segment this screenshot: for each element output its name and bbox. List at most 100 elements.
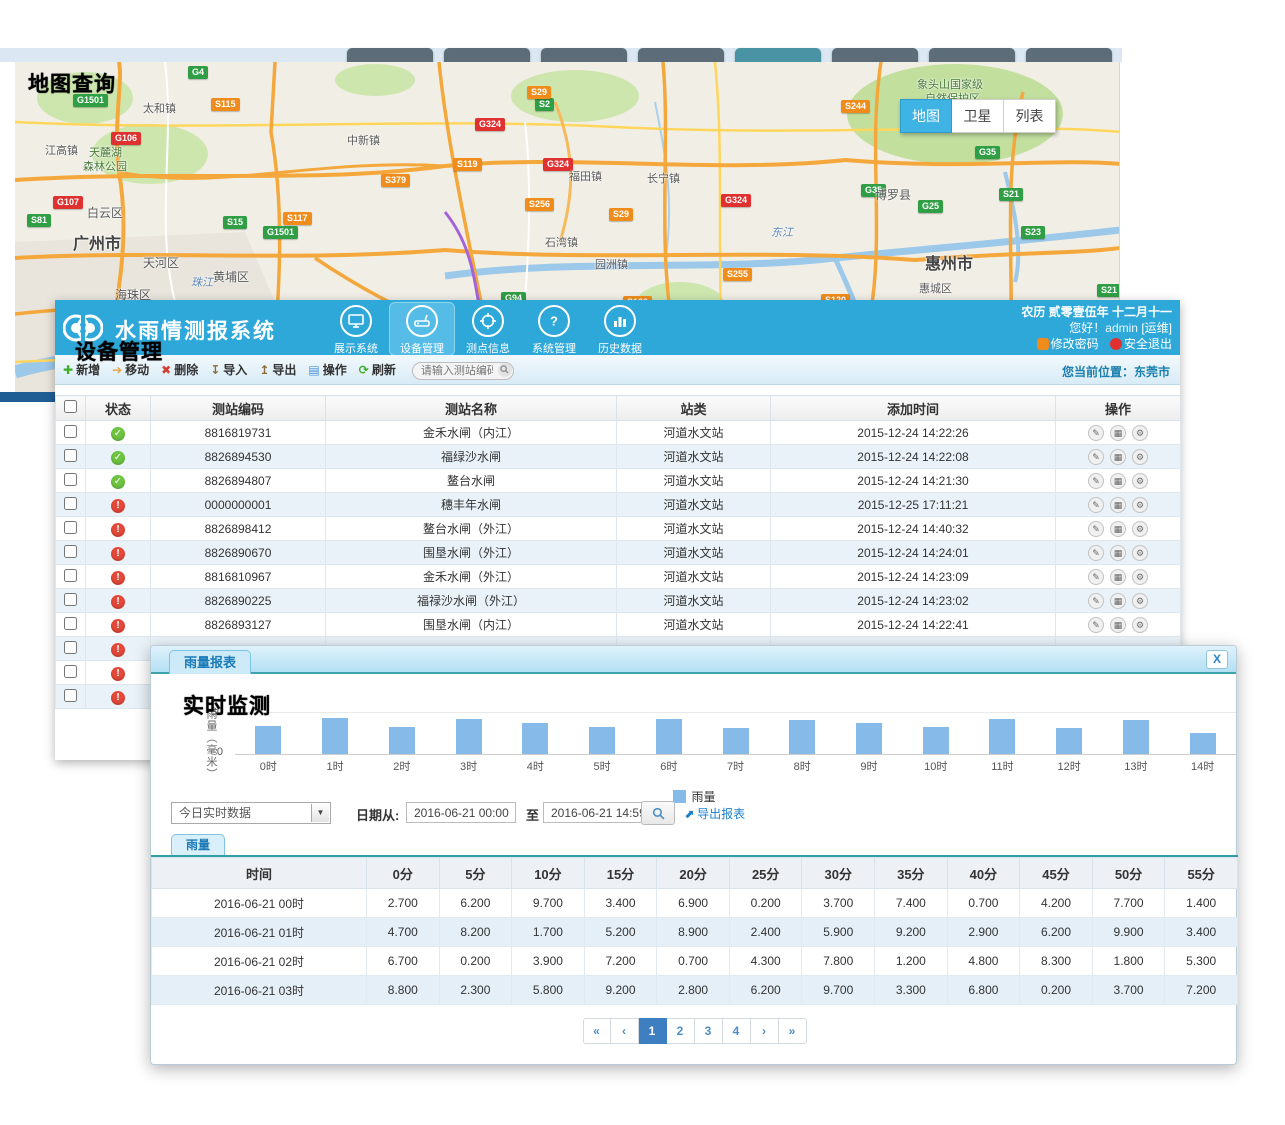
map-layer-button-列表[interactable]: 列表 [1004, 99, 1056, 133]
edit-icon[interactable]: ✎ [1088, 425, 1104, 441]
gear-icon[interactable]: ⚙ [1132, 473, 1148, 489]
gear-icon[interactable]: ⚙ [1132, 593, 1148, 609]
gear-icon[interactable]: ⚙ [1132, 545, 1148, 561]
page-button-»[interactable]: » [779, 1018, 807, 1044]
logout-link[interactable]: 安全退出 [1124, 337, 1172, 351]
gear-icon[interactable]: ⚙ [1132, 569, 1148, 585]
change-password-link[interactable]: 修改密码 [1051, 337, 1099, 351]
edit-icon[interactable]: ✎ [1088, 497, 1104, 513]
row-checkbox[interactable] [64, 665, 77, 678]
bar-0时[interactable] [255, 726, 281, 754]
gear-icon[interactable]: ⚙ [1132, 449, 1148, 465]
toolbar-button-导入[interactable]: ↧导入 [210, 361, 247, 378]
page-button-1[interactable]: 1 [639, 1018, 667, 1044]
tab-rainfall[interactable]: 雨量 [171, 834, 225, 855]
edit-icon[interactable]: ✎ [1088, 545, 1104, 561]
map-layer-button-卫星[interactable]: 卫星 [952, 99, 1004, 133]
cell-time: 2015-12-24 14:22:41 [771, 613, 1056, 637]
background-tab-top[interactable] [541, 48, 627, 62]
row-checkbox[interactable] [64, 545, 77, 558]
background-tab-top[interactable] [1026, 48, 1112, 62]
edit-icon[interactable]: ✎ [1088, 473, 1104, 489]
bar-6时[interactable] [656, 719, 682, 754]
gear-icon[interactable]: ⚙ [1132, 617, 1148, 633]
gear-icon[interactable]: ⚙ [1132, 497, 1148, 513]
edit-icon[interactable]: ✎ [1088, 521, 1104, 537]
date-from-input[interactable] [406, 802, 516, 823]
bar-9时[interactable] [856, 723, 882, 754]
export-report-link[interactable]: ⬈导出报表 [684, 805, 745, 822]
background-tab-top[interactable] [929, 48, 1015, 62]
edit-icon[interactable]: ✎ [1088, 449, 1104, 465]
row-checkbox[interactable] [64, 569, 77, 582]
gear-icon[interactable]: ⚙ [1132, 521, 1148, 537]
bar-4时[interactable] [522, 723, 548, 754]
nav-item-设备管理[interactable]: 设备管理 [389, 302, 455, 356]
archive-icon[interactable]: ▦ [1110, 473, 1126, 489]
bar-1时[interactable] [322, 718, 348, 754]
nav-item-历史数据[interactable]: 历史数据 [587, 302, 653, 356]
background-tab-top[interactable] [735, 48, 821, 62]
row-checkbox[interactable] [64, 689, 77, 702]
row-checkbox[interactable] [64, 641, 77, 654]
row-checkbox[interactable] [64, 593, 77, 606]
bar-13时[interactable] [1123, 720, 1149, 754]
bar-14时[interactable] [1190, 733, 1216, 754]
bar-12时[interactable] [1056, 728, 1082, 754]
bar-11时[interactable] [989, 719, 1015, 754]
edit-icon[interactable]: ✎ [1088, 617, 1104, 633]
archive-icon[interactable]: ▦ [1110, 617, 1126, 633]
row-checkbox[interactable] [64, 617, 77, 630]
page-button-2[interactable]: 2 [667, 1018, 695, 1044]
rain-cell-value: 1.200 [875, 947, 948, 976]
nav-item-系统管理[interactable]: ?系统管理 [521, 302, 587, 356]
bar-5时[interactable] [589, 727, 615, 754]
page-button-›[interactable]: › [751, 1018, 779, 1044]
page-button-4[interactable]: 4 [723, 1018, 751, 1044]
nav-item-展示系统[interactable]: 展示系统 [323, 302, 389, 356]
bar-10时[interactable] [923, 727, 949, 754]
toolbar-button-删除[interactable]: ✖删除 [161, 361, 198, 378]
archive-icon[interactable]: ▦ [1110, 425, 1126, 441]
bar-3时[interactable] [456, 719, 482, 754]
background-tab-top[interactable] [444, 48, 530, 62]
page-button-«[interactable]: « [583, 1018, 611, 1044]
date-to-input[interactable] [543, 802, 653, 823]
edit-icon[interactable]: ✎ [1088, 593, 1104, 609]
map-layer-button-地图[interactable]: 地图 [900, 99, 952, 133]
archive-icon[interactable]: ▦ [1110, 521, 1126, 537]
page-button-3[interactable]: 3 [695, 1018, 723, 1044]
toolbar-button-操作[interactable]: ▤操作 [308, 361, 346, 378]
row-checkbox[interactable] [64, 473, 77, 486]
row-checkbox[interactable] [64, 425, 77, 438]
background-tab-top[interactable] [832, 48, 918, 62]
toolbar-button-刷新[interactable]: ⟳刷新 [359, 361, 396, 378]
search-icon[interactable] [498, 363, 512, 377]
cell-time: 2015-12-24 14:40:32 [771, 517, 1056, 541]
data-mode-dropdown[interactable]: 今日实时数据▼ [171, 802, 331, 824]
archive-icon[interactable]: ▦ [1110, 449, 1126, 465]
archive-icon[interactable]: ▦ [1110, 545, 1126, 561]
row-checkbox[interactable] [64, 449, 77, 462]
archive-icon[interactable]: ▦ [1110, 569, 1126, 585]
archive-icon[interactable]: ▦ [1110, 593, 1126, 609]
query-button[interactable] [641, 801, 675, 825]
close-icon[interactable]: X [1206, 650, 1228, 669]
select-all-checkbox[interactable] [64, 400, 77, 413]
road-shield: S21 [1097, 284, 1120, 297]
archive-icon[interactable]: ▦ [1110, 497, 1126, 513]
map-place-label: 白云区 [87, 204, 123, 221]
tab-rainfall-report[interactable]: 雨量报表 [169, 650, 251, 674]
gear-icon[interactable]: ⚙ [1132, 425, 1148, 441]
background-tab-top[interactable] [347, 48, 433, 62]
page-button-‹[interactable]: ‹ [611, 1018, 639, 1044]
toolbar-button-导出[interactable]: ↥导出 [259, 361, 296, 378]
edit-icon[interactable]: ✎ [1088, 569, 1104, 585]
background-tab-top[interactable] [638, 48, 724, 62]
row-checkbox[interactable] [64, 497, 77, 510]
nav-item-测点信息[interactable]: 测点信息 [455, 302, 521, 356]
bar-2时[interactable] [389, 727, 415, 754]
bar-8时[interactable] [789, 720, 815, 754]
row-checkbox[interactable] [64, 521, 77, 534]
bar-7时[interactable] [723, 728, 749, 754]
